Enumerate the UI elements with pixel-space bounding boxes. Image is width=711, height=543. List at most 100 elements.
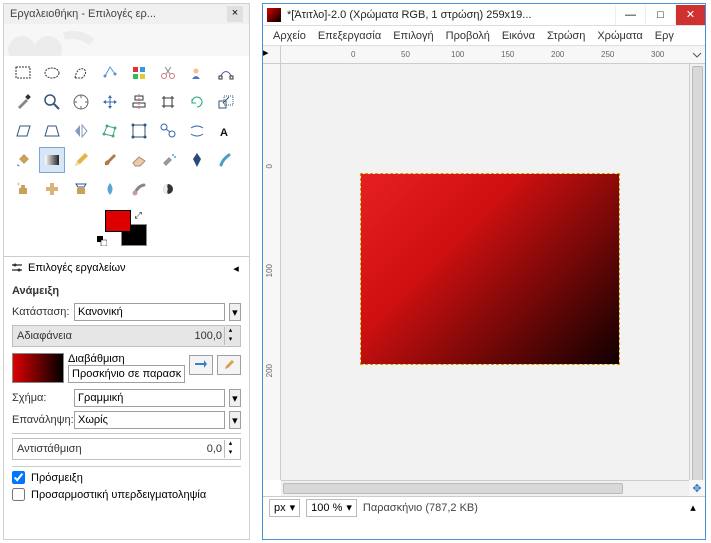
configure-icon[interactable] <box>10 261 24 275</box>
blur-tool[interactable] <box>97 176 123 202</box>
zoom-field[interactable]: 100 %▾ <box>306 499 357 517</box>
gradient-preview[interactable] <box>12 353 64 383</box>
close-button[interactable]: ✕ <box>675 5 705 25</box>
airbrush-tool[interactable] <box>155 147 181 173</box>
quickmask-toggle[interactable] <box>689 46 705 64</box>
menu-file[interactable]: Αρχείο <box>267 28 312 44</box>
scrollbar-thumb[interactable] <box>692 66 703 482</box>
dodge-burn-tool[interactable] <box>155 176 181 202</box>
gradient-source-field[interactable] <box>68 365 185 383</box>
fuzzy-select-tool[interactable] <box>97 60 123 86</box>
bucket-fill-tool[interactable] <box>10 147 36 173</box>
mode-label: Κατάσταση: <box>12 306 70 318</box>
vertical-scrollbar[interactable] <box>689 64 705 480</box>
menu-image[interactable]: Εικόνα <box>496 28 541 44</box>
menu-tools[interactable]: Εργ <box>649 28 680 44</box>
default-colors-icon[interactable] <box>97 236 107 246</box>
swap-colors-icon[interactable]: ⤢ <box>135 210 142 221</box>
foreground-select-tool[interactable] <box>184 60 210 86</box>
maximize-button[interactable]: □ <box>645 5 675 25</box>
unit-selector[interactable]: px▾ <box>269 499 300 517</box>
minimize-button[interactable]: — <box>615 5 645 25</box>
perspective-tool[interactable] <box>39 118 65 144</box>
spin-down-icon[interactable]: ▾ <box>224 449 236 458</box>
rect-select-tool[interactable] <box>10 60 36 86</box>
canvas-window: *[Άτιτλο]-2.0 (Χρώματα RGB, 1 στρώση) 25… <box>262 3 706 540</box>
menu-view[interactable]: Προβολή <box>440 28 496 44</box>
menu-layer[interactable]: Στρώση <box>541 28 591 44</box>
ellipse-select-tool[interactable] <box>39 60 65 86</box>
vertical-ruler[interactable]: 0 100 200 <box>263 64 281 480</box>
zoom-tool[interactable] <box>39 89 65 115</box>
menu-edit[interactable]: Επεξεργασία <box>312 28 387 44</box>
horizontal-ruler[interactable]: 0 50 100 150 200 250 300 <box>281 46 689 64</box>
mypaint-brush-tool[interactable] <box>213 147 239 173</box>
scissors-tool[interactable] <box>155 60 181 86</box>
blend-tool[interactable] <box>39 147 65 173</box>
menu-arrow-icon[interactable]: ◂ <box>229 261 243 275</box>
tool-grid: A <box>4 56 249 206</box>
opacity-slider[interactable]: Αδιαφάνεια 100,0 ▴▾ <box>12 325 241 347</box>
opacity-value: 100,0 <box>194 330 224 342</box>
dither-checkbox-row[interactable]: Πρόσμειξη <box>12 471 241 484</box>
smudge-tool[interactable] <box>126 176 152 202</box>
offset-slider[interactable]: Αντιστάθμιση 0,0 ▴▾ <box>12 438 241 460</box>
chevron-down-icon[interactable]: ▾ <box>229 389 241 407</box>
ink-tool[interactable] <box>184 147 210 173</box>
perspective-clone-tool[interactable] <box>68 176 94 202</box>
spin-down-icon[interactable]: ▾ <box>224 336 236 345</box>
menu-select[interactable]: Επιλογή <box>387 28 439 44</box>
foreground-color[interactable] <box>105 210 131 232</box>
paths-tool[interactable] <box>213 60 239 86</box>
clone-tool[interactable] <box>10 176 36 202</box>
free-select-tool[interactable] <box>68 60 94 86</box>
opacity-label: Αδιαφάνεια <box>17 330 194 342</box>
dither-checkbox[interactable] <box>12 471 25 484</box>
navigation-icon[interactable]: ✥ <box>689 480 705 496</box>
window-icon <box>267 8 281 22</box>
flip-tool[interactable] <box>68 118 94 144</box>
crop-tool[interactable] <box>155 89 181 115</box>
wilber-logo <box>4 24 249 56</box>
reverse-gradient-button[interactable] <box>189 355 213 375</box>
align-tool[interactable] <box>126 89 152 115</box>
rotate-tool[interactable] <box>184 89 210 115</box>
unified-transform-tool[interactable] <box>126 118 152 144</box>
svg-text:A: A <box>220 127 228 139</box>
color-select-tool[interactable] <box>126 60 152 86</box>
text-tool[interactable]: A <box>213 118 239 144</box>
tool-name-label: Ανάμειξη <box>12 285 241 297</box>
heal-tool[interactable] <box>39 176 65 202</box>
horizontal-scrollbar[interactable] <box>281 480 689 496</box>
toolbox-title-text: Εργαλειοθήκη - Επιλογές ερ... <box>10 4 227 24</box>
warp-tool[interactable] <box>184 118 210 144</box>
close-icon[interactable]: × <box>227 6 243 22</box>
ruler-corner[interactable]: ▸ <box>263 46 281 64</box>
mode-select[interactable] <box>74 303 225 321</box>
eraser-tool[interactable] <box>126 147 152 173</box>
canvas-viewport[interactable] <box>281 64 689 480</box>
shear-tool[interactable] <box>10 118 36 144</box>
repeat-select[interactable] <box>74 411 225 429</box>
scrollbar-thumb[interactable] <box>283 483 623 494</box>
cage-tool[interactable] <box>97 118 123 144</box>
spin-up-icon[interactable]: ▴ <box>224 327 236 336</box>
pencil-tool[interactable] <box>68 147 94 173</box>
cancel-icon[interactable]: ▴ <box>687 499 699 517</box>
menu-colors[interactable]: Χρώματα <box>591 28 648 44</box>
paintbrush-tool[interactable] <box>97 147 123 173</box>
image-canvas[interactable] <box>361 174 619 364</box>
supersample-checkbox-row[interactable]: Προσαρμοστική υπερδειγματοληψία <box>12 488 241 501</box>
edit-gradient-button[interactable] <box>217 355 241 375</box>
move-tool[interactable] <box>97 89 123 115</box>
scale-tool[interactable] <box>213 89 239 115</box>
color-picker-tool[interactable] <box>10 89 36 115</box>
shape-select[interactable] <box>74 389 225 407</box>
ruler-tick: 0 <box>265 164 274 168</box>
measure-tool[interactable] <box>68 89 94 115</box>
chevron-down-icon[interactable]: ▾ <box>229 303 241 321</box>
handle-transform-tool[interactable] <box>155 118 181 144</box>
chevron-down-icon[interactable]: ▾ <box>229 411 241 429</box>
spin-up-icon[interactable]: ▴ <box>224 440 236 449</box>
supersample-checkbox[interactable] <box>12 488 25 501</box>
